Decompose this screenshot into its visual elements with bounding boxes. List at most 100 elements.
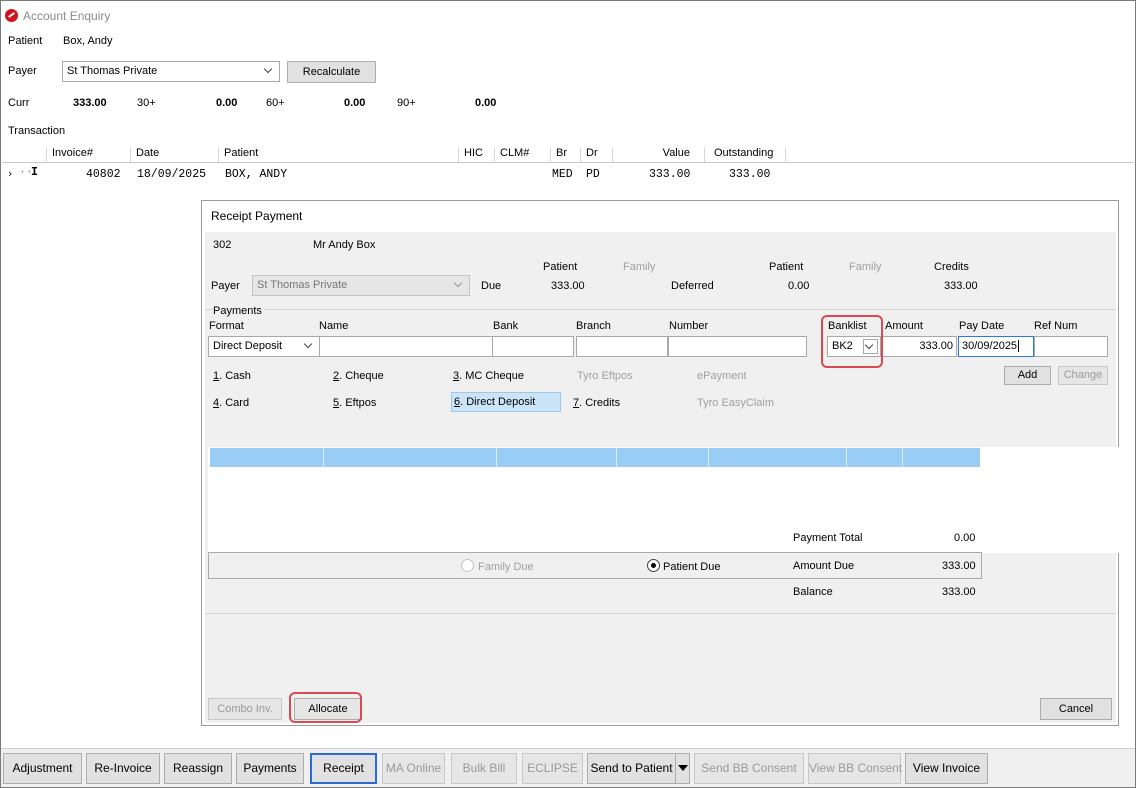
reinvoice-button[interactable]: Re-Invoice bbox=[86, 753, 160, 784]
col-header-value[interactable]: Value bbox=[612, 147, 704, 162]
payment-total-label: Payment Total bbox=[793, 532, 863, 544]
transactions-grid-header: Invoice# Date Patient HIC CLM# Br Dr Val… bbox=[2, 145, 1134, 163]
balance-label: Balance bbox=[793, 586, 833, 598]
chevron-down-icon bbox=[863, 339, 878, 354]
payments-list[interactable] bbox=[208, 447, 1119, 553]
refnum-input[interactable] bbox=[1034, 336, 1108, 357]
paydate-value: 30/09/2025 bbox=[962, 340, 1018, 352]
due-family-header: Family bbox=[623, 261, 656, 273]
eclipse-button[interactable]: ECLIPSE bbox=[522, 753, 583, 784]
payer-select[interactable]: St Thomas Private bbox=[62, 61, 280, 82]
table-row[interactable]: › ·· I 40802 18/09/2025 BOX, ANDY MED PD… bbox=[2, 166, 1134, 184]
row-patient: BOX, ANDY bbox=[225, 168, 288, 181]
option-epayment[interactable]: ePayment bbox=[697, 370, 747, 382]
option-mc-cheque-label: . MC Cheque bbox=[459, 370, 524, 382]
row-value: 333.00 bbox=[649, 168, 691, 181]
send-to-patient-button[interactable]: Send to Patient bbox=[587, 753, 690, 784]
family-due-label: Family Due bbox=[478, 561, 534, 573]
allocate-button[interactable]: Allocate bbox=[294, 698, 362, 720]
receipt-payer-select[interactable]: St Thomas Private bbox=[252, 275, 470, 296]
curr-label: Curr bbox=[8, 97, 30, 109]
option-cheque-label: . Cheque bbox=[339, 370, 384, 382]
add-button[interactable]: Add bbox=[1004, 366, 1051, 385]
branch-col-label: Branch bbox=[576, 320, 611, 332]
format-select-value: Direct Deposit bbox=[213, 340, 283, 352]
aging-90-value: 0.00 bbox=[475, 97, 497, 109]
cell-divider bbox=[902, 448, 903, 467]
text-cursor-icon: I bbox=[31, 166, 38, 179]
option-card[interactable]: 4. Card bbox=[213, 397, 249, 409]
col-header-outstanding[interactable]: Outstanding bbox=[704, 147, 786, 162]
adjustment-button[interactable]: Adjustment bbox=[3, 753, 82, 784]
ma-online-button[interactable]: MA Online bbox=[382, 753, 445, 784]
option-direct-deposit[interactable]: 6. Direct Deposit bbox=[451, 392, 561, 412]
format-select[interactable]: Direct Deposit bbox=[208, 336, 320, 357]
option-credits-label: . Credits bbox=[579, 397, 621, 409]
col-header-br[interactable]: Br bbox=[550, 147, 580, 162]
name-col-label: Name bbox=[319, 320, 349, 332]
title-bar: Account Enquiry bbox=[1, 1, 1135, 29]
bulk-bill-button[interactable]: Bulk Bill bbox=[451, 753, 517, 784]
option-mc-cheque[interactable]: 3. MC Cheque bbox=[453, 370, 524, 382]
row-outstanding: 333.00 bbox=[729, 168, 771, 181]
family-due-radio[interactable] bbox=[461, 559, 474, 572]
option-cash-label: . Cash bbox=[219, 370, 251, 382]
cell-divider bbox=[616, 448, 617, 467]
row-date: 18/09/2025 bbox=[137, 168, 207, 181]
reassign-button[interactable]: Reassign bbox=[164, 753, 232, 784]
row-expand-icon[interactable]: › bbox=[8, 167, 12, 180]
send-to-patient-label: Send to Patient bbox=[590, 761, 673, 775]
balance-value: 333.00 bbox=[942, 586, 976, 598]
option-cheque[interactable]: 2. Cheque bbox=[333, 370, 384, 382]
view-invoice-button[interactable]: View Invoice bbox=[905, 753, 988, 784]
option-card-label: . Card bbox=[219, 397, 250, 409]
format-col-label: Format bbox=[209, 320, 244, 332]
option-direct-deposit-label: . Direct Deposit bbox=[460, 396, 536, 408]
number-input[interactable] bbox=[668, 336, 807, 357]
deferred-family-header: Family bbox=[849, 261, 882, 273]
row-dr: PD bbox=[586, 168, 600, 181]
view-bb-consent-button[interactable]: View BB Consent bbox=[808, 753, 902, 784]
chevron-down-icon bbox=[453, 278, 465, 292]
receipt-button[interactable]: Receipt bbox=[310, 753, 377, 784]
due-label: Due bbox=[481, 280, 502, 292]
aging-60-label: 60+ bbox=[266, 97, 285, 109]
col-header-clm[interactable]: CLM# bbox=[494, 147, 550, 162]
branch-input[interactable] bbox=[576, 336, 668, 357]
aging-90-label: 90+ bbox=[397, 97, 416, 109]
curr-value: 333.00 bbox=[73, 97, 107, 109]
receipt-payer-label: Payer bbox=[211, 280, 240, 292]
col-header-invoice[interactable]: Invoice# bbox=[46, 147, 130, 162]
option-eftpos[interactable]: 5. Eftpos bbox=[333, 397, 376, 409]
amount-input[interactable]: 333.00 bbox=[882, 336, 957, 357]
option-tyro-eftpos[interactable]: Tyro Eftpos bbox=[577, 370, 633, 382]
deferred-patient-header: Patient bbox=[769, 261, 804, 273]
send-bb-consent-button[interactable]: Send BB Consent bbox=[694, 753, 804, 784]
bank-col-label: Bank bbox=[493, 320, 519, 332]
recalculate-button[interactable]: Recalculate bbox=[287, 61, 376, 83]
col-header-dr[interactable]: Dr bbox=[580, 147, 612, 162]
dropdown-arrow-icon[interactable] bbox=[675, 754, 689, 783]
banklist-col-label: Banklist bbox=[828, 320, 867, 332]
banklist-select[interactable]: BK2 bbox=[827, 336, 881, 357]
name-input[interactable] bbox=[319, 336, 493, 357]
option-cash[interactable]: 1. Cash bbox=[213, 370, 251, 382]
col-header-hic[interactable]: HIC bbox=[458, 147, 494, 162]
payer-label: Payer bbox=[8, 65, 37, 77]
payments-button[interactable]: Payments bbox=[236, 753, 304, 784]
row-br: MED bbox=[552, 168, 573, 181]
list-item[interactable] bbox=[210, 448, 980, 467]
refnum-col-label: Ref Num bbox=[1034, 320, 1078, 332]
patient-due-radio[interactable] bbox=[647, 559, 660, 572]
option-credits[interactable]: 7. Credits bbox=[573, 397, 620, 409]
option-tyro-easyclaim[interactable]: Tyro EasyClaim bbox=[697, 397, 774, 409]
bank-input[interactable] bbox=[492, 336, 574, 357]
change-button[interactable]: Change bbox=[1058, 366, 1108, 385]
number-col-label: Number bbox=[669, 320, 709, 332]
combo-invoice-button[interactable]: Combo Inv. bbox=[208, 698, 282, 720]
col-header-patient[interactable]: Patient bbox=[218, 147, 458, 162]
paydate-input[interactable]: 30/09/2025 bbox=[958, 336, 1034, 357]
cancel-button[interactable]: Cancel bbox=[1040, 698, 1112, 720]
chevron-down-icon bbox=[263, 64, 275, 78]
col-header-date[interactable]: Date bbox=[130, 147, 218, 162]
